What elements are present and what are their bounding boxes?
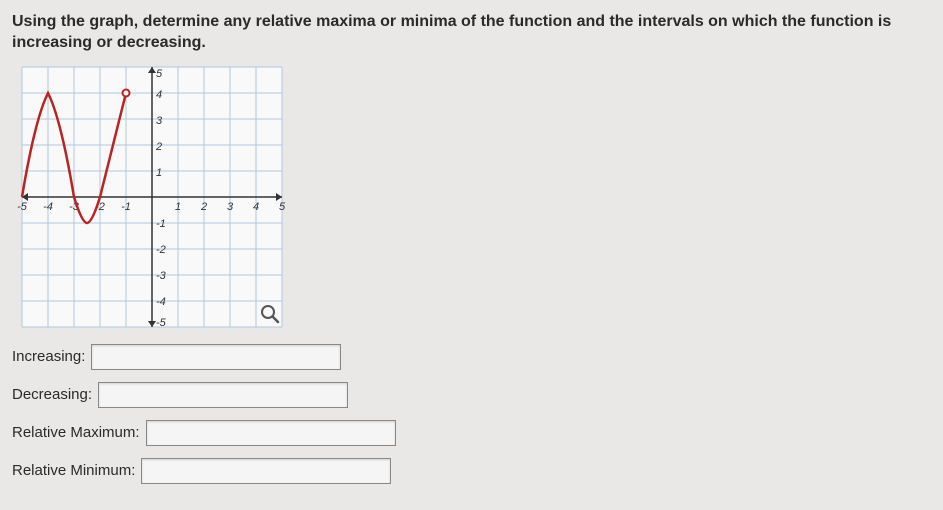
svg-text:3: 3 [227, 201, 234, 213]
svg-text:5: 5 [279, 201, 286, 213]
magnify-icon[interactable] [260, 304, 280, 324]
svg-text:4: 4 [253, 201, 259, 213]
svg-text:-1: -1 [121, 201, 131, 213]
svg-text:2: 2 [155, 141, 162, 153]
svg-text:-5: -5 [17, 201, 28, 213]
svg-text:1: 1 [175, 201, 181, 213]
svg-text:-1: -1 [156, 218, 166, 230]
relative-maximum-input[interactable] [146, 420, 396, 446]
svg-text:-4: -4 [156, 296, 166, 308]
svg-text:5: 5 [156, 68, 163, 80]
svg-text:1: 1 [156, 167, 162, 179]
relative-maximum-label: Relative Maximum: [12, 424, 140, 441]
svg-text:2: 2 [200, 201, 207, 213]
relative-minimum-label: Relative Minimum: [12, 462, 135, 479]
relative-minimum-row: Relative Minimum: [12, 458, 931, 484]
svg-text:-5: -5 [156, 317, 167, 329]
increasing-label: Increasing: [12, 348, 85, 365]
decreasing-input[interactable] [98, 382, 348, 408]
svg-text:-2: -2 [156, 244, 166, 256]
function-graph: -5 -4 -3 -2 -1 1 2 3 4 5 5 4 3 2 1 -1 -2… [12, 62, 292, 332]
relative-maximum-row: Relative Maximum: [12, 420, 931, 446]
svg-text:-4: -4 [43, 201, 53, 213]
increasing-input[interactable] [91, 344, 341, 370]
increasing-row: Increasing: [12, 344, 931, 370]
relative-minimum-input[interactable] [141, 458, 391, 484]
svg-text:-3: -3 [156, 270, 167, 282]
graph-container: -5 -4 -3 -2 -1 1 2 3 4 5 5 4 3 2 1 -1 -2… [12, 62, 292, 332]
svg-text:3: 3 [156, 115, 163, 127]
question-text: Using the graph, determine any relative … [12, 12, 931, 54]
svg-text:4: 4 [156, 89, 162, 101]
decreasing-row: Decreasing: [12, 382, 931, 408]
decreasing-label: Decreasing: [12, 386, 92, 403]
